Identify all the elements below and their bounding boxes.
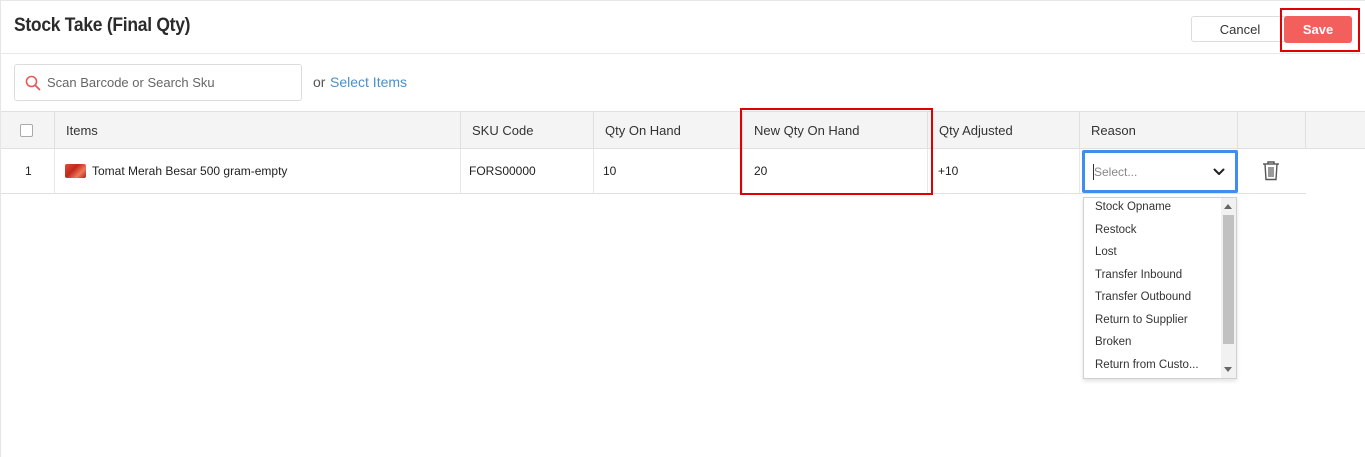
select-all-checkbox[interactable] [20, 124, 33, 137]
qty-on-hand: 10 [594, 149, 743, 193]
trash-icon[interactable] [1262, 160, 1280, 181]
column-header-items: Items [55, 112, 461, 149]
reason-option-return-from-customer[interactable]: Return from Custo... [1095, 359, 1199, 371]
reason-option-return-to-supplier[interactable]: Return to Supplier [1095, 314, 1188, 326]
select-items-link[interactable]: Select Items [330, 74, 407, 90]
or-text: or [313, 74, 326, 90]
reason-option-restock[interactable]: Restock [1095, 224, 1137, 236]
column-header-sku-code: SKU Code [461, 112, 594, 149]
page-title: Stock Take (Final Qty) [14, 15, 191, 36]
item-cell: Tomat Merah Besar 500 gram-empty [55, 149, 461, 193]
item-thumbnail [65, 164, 86, 178]
item-name: Tomat Merah Besar 500 gram-empty [92, 164, 288, 178]
column-header-qty-adjusted: Qty Adjusted [928, 112, 1080, 149]
search-input[interactable] [47, 65, 297, 100]
select-all-cell [1, 112, 55, 149]
row-index: 1 [1, 149, 55, 193]
scroll-up-arrow-icon[interactable] [1224, 204, 1232, 209]
scroll-down-arrow-icon[interactable] [1224, 367, 1232, 372]
search-box[interactable] [14, 64, 302, 101]
table-header: Items SKU Code Qty On Hand New Qty On Ha… [1, 111, 1365, 149]
search-icon [25, 75, 41, 91]
sku-code: FORS00000 [461, 149, 594, 193]
reason-option-broken[interactable]: Broken [1095, 336, 1131, 348]
page-header: Stock Take (Final Qty) Cancel Save [1, 1, 1365, 54]
column-header-actions [1238, 112, 1306, 149]
reason-option-stock-opname[interactable]: Stock Opname [1095, 201, 1171, 213]
reason-option-transfer-inbound[interactable]: Transfer Inbound [1095, 269, 1182, 281]
cancel-button[interactable]: Cancel [1191, 16, 1289, 42]
chevron-down-icon [1213, 168, 1225, 175]
reason-option-transfer-outbound[interactable]: Transfer Outbound [1095, 291, 1191, 303]
scrollbar-thumb[interactable] [1223, 215, 1234, 344]
reason-dropdown-menu: Stock Opname Restock Lost Transfer Inbou… [1083, 197, 1237, 379]
save-button[interactable]: Save [1284, 16, 1352, 43]
reason-option-lost[interactable]: Lost [1095, 246, 1117, 258]
new-qty-highlight-box [740, 108, 933, 195]
column-header-qty-on-hand: Qty On Hand [594, 112, 743, 149]
dropdown-scrollbar[interactable] [1221, 198, 1236, 378]
reason-select[interactable]: Select... [1082, 150, 1238, 193]
column-header-reason: Reason [1080, 112, 1238, 149]
reason-select-placeholder: Select... [1094, 165, 1138, 179]
qty-adjusted: +10 [928, 149, 1080, 193]
stock-take-page: Stock Take (Final Qty) Cancel Save or Se… [0, 0, 1365, 457]
